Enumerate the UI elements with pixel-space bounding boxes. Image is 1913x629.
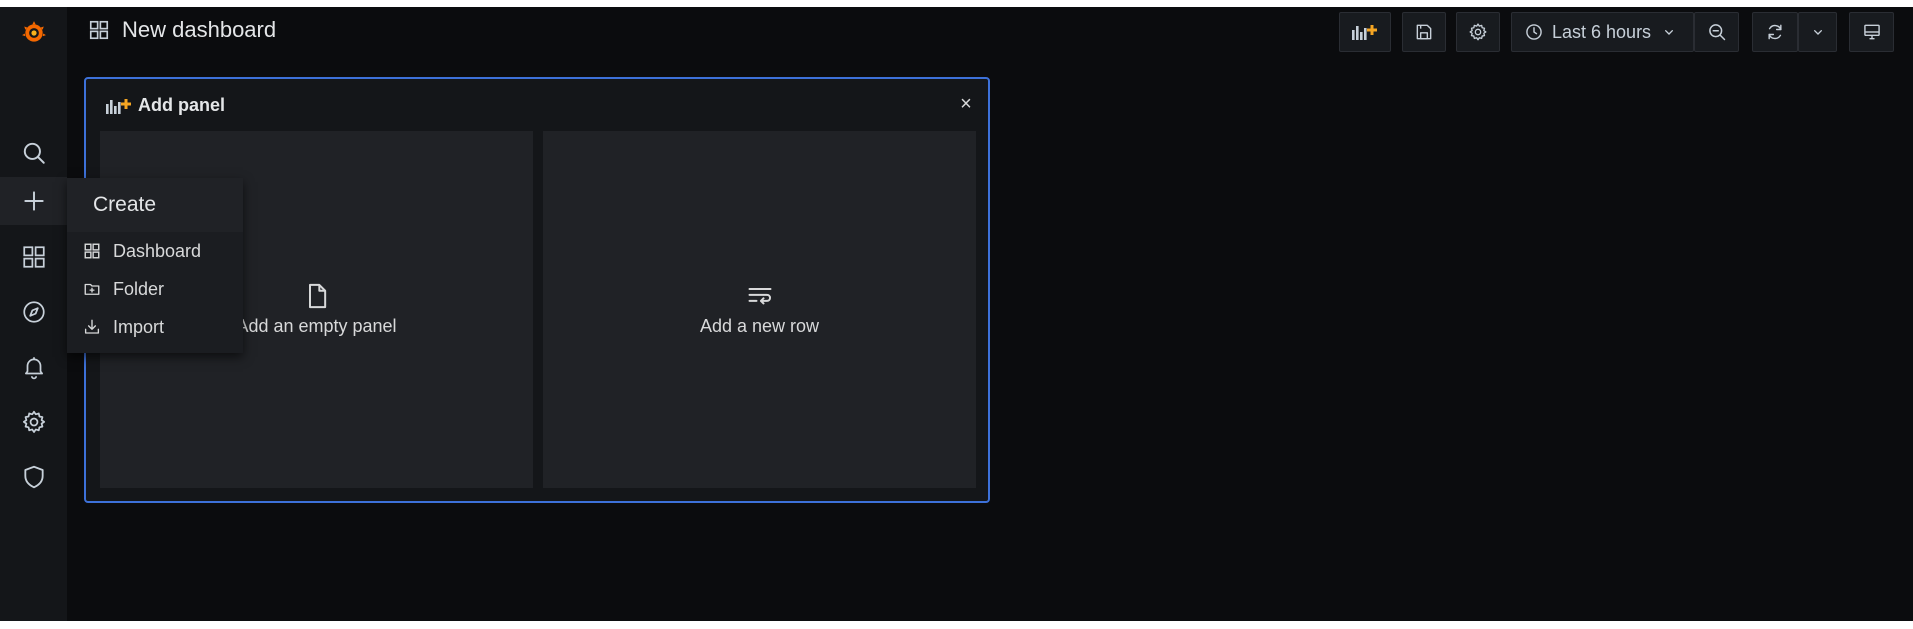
add-empty-panel-label: Add an empty panel [236,316,397,336]
create-import-item[interactable]: Import [67,308,243,346]
refresh-icon [1768,24,1782,40]
apps-icon [84,243,100,259]
create-menu-title[interactable]: Create [67,178,243,232]
sidebar-item-server-admin[interactable] [0,453,67,501]
chevron-down-icon [1813,29,1822,35]
create-folder-item[interactable]: Folder [67,270,243,308]
add-new-row-label: Add a new row [699,316,820,336]
search-icon [23,142,45,164]
dashboards-icon [22,246,45,268]
create-dashboard-item[interactable]: Dashboard [67,232,243,270]
refresh-button[interactable] [1752,12,1798,52]
grafana-logo-icon [21,21,46,42]
create-folder-label: Folder [113,278,165,299]
zoom-out-button[interactable] [1694,12,1739,52]
save-icon [1416,24,1432,40]
chevron-down-icon [1665,29,1674,35]
server-admin-shield-icon [23,465,44,489]
dashboard-title-text: New dashboard [122,17,277,42]
side-menu [0,7,67,621]
sidebar-item-explore[interactable] [0,288,67,336]
grafana-logo[interactable] [0,9,67,57]
create-import-label: Import [113,316,165,337]
sidebar-item-create[interactable] [0,177,67,225]
gear-icon [1469,23,1487,41]
import-icon [84,319,100,334]
add-panel-icon [106,98,131,114]
add-panel-header: Add panel [104,95,225,116]
apps-icon [89,20,109,40]
sidebar-item-dashboards[interactable] [0,233,67,281]
refresh-interval-dropdown[interactable] [1798,12,1837,52]
time-range-label: Last 6 hours [1552,21,1652,42]
plus-icon [23,191,44,211]
folder-plus-icon [84,283,100,295]
grafana-app: New dashboard Last 6 hours Add panel × A… [0,7,1913,621]
add-panel-button[interactable] [1339,12,1391,52]
create-dropdown-menu: Create Dashboard Folder Import [67,178,243,353]
clock-icon [1526,24,1542,40]
file-blank-icon [308,283,326,309]
close-add-panel-button[interactable]: × [956,93,976,115]
add-new-row-button[interactable]: Add a new row [543,131,976,488]
add-panel-icon [1352,25,1377,40]
sidebar-item-configuration[interactable] [0,398,67,446]
create-dashboard-label: Dashboard [113,240,202,261]
wrap-text-icon [748,288,771,305]
explore-compass-icon [22,301,45,323]
alerting-bell-icon [24,357,43,380]
configuration-gear-icon [22,410,45,433]
dashboard-title[interactable]: New dashboard [88,17,276,43]
save-dashboard-button[interactable] [1402,12,1446,52]
add-panel-title: Add panel [138,95,226,115]
time-range-picker[interactable]: Last 6 hours [1511,12,1694,52]
cycle-view-mode-button[interactable] [1849,12,1894,52]
sidebar-item-alerting[interactable] [0,343,67,391]
monitor-icon [1863,24,1880,40]
zoom-out-icon [1708,24,1725,41]
dashboard-settings-button[interactable] [1456,12,1500,52]
sidebar-item-search[interactable] [0,129,67,177]
